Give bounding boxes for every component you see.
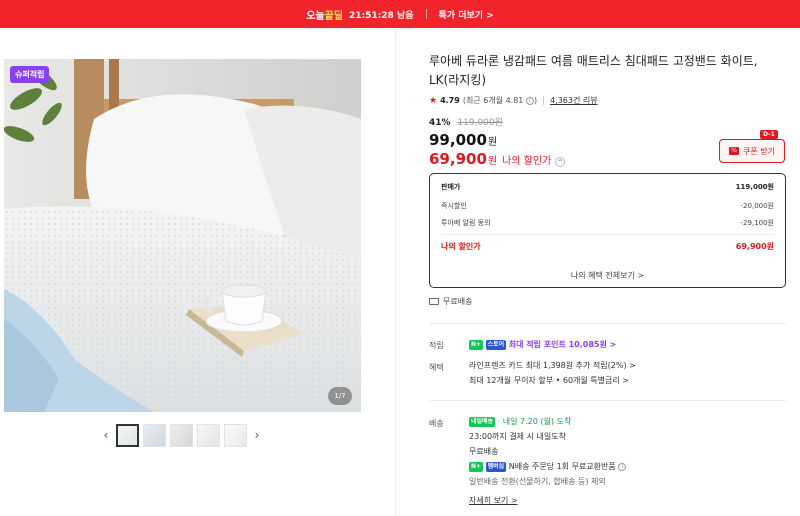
delivery-details-link[interactable]: 자세히 보기 > (469, 493, 626, 508)
delivery-exception-note: 일반배송 전환(선물하기, 합배송 등) 제외 (469, 477, 606, 486)
rating-row: ★ 4.79 (최근 6개월 4.81 i) 4,363건 리뷰 (429, 95, 598, 106)
discount-row: 41% 119,000원 (429, 115, 503, 128)
today-deal-logo: 오늘끝딜 (306, 10, 344, 22)
price-breakdown-box: 판매가 119,000원 즉시할인 -20,000원 루아베 알림 동의 -29,10… (429, 173, 786, 288)
thumbnail-3[interactable] (170, 423, 193, 447)
dday-badge: D-1 (760, 130, 778, 139)
sale-price: 99,000원 (429, 131, 498, 149)
view-all-benefits-link[interactable]: 나의 혜택 전체보기 > (430, 270, 785, 281)
info-icon[interactable]: i (525, 96, 534, 105)
points-info[interactable]: N+ 스토어 최대 적립 포인트 10,085원 > (469, 337, 616, 352)
image-counter: 1/7 (328, 387, 352, 405)
benefits-label: 혜택 (429, 363, 444, 372)
banner-divider (425, 9, 427, 19)
top-deal-banner[interactable]: 오늘끝딜 21:51:28 남음 특가 더보기 > (0, 0, 800, 28)
thumbnail-1[interactable] (116, 423, 139, 447)
nplus-badge: N+ (469, 461, 484, 472)
chevron-up-icon[interactable]: ^ (555, 157, 566, 167)
free-shipping-note: 무료배송 (429, 296, 472, 307)
truck-icon (429, 298, 439, 305)
free-exchange-note: N배송 주문당 1회 무료교환반품 (508, 462, 616, 471)
coupon-button[interactable]: % 쿠폰 받기 (719, 139, 785, 163)
npay-badge: N+ (469, 339, 484, 350)
rating-score: 4.79 (440, 96, 460, 105)
breakdown-row: 루아베 알림 동의 -29,100원 (441, 219, 774, 227)
thumbnail-5[interactable] (224, 423, 247, 447)
points-label: 적립 (429, 341, 444, 350)
installment-benefit-link[interactable]: 최대 12개월 무이자 할부 • 60개월 특별금리 > (469, 373, 636, 388)
delivery-info: 내일배송 · 내일 7.20 (월) 도착 23:00까지 결제 시 내일도착 … (469, 414, 627, 508)
thumbnail-4[interactable] (197, 423, 220, 447)
coupon-icon: % (729, 147, 739, 155)
breakdown-row: 즉시할인 -20,000원 (441, 202, 774, 210)
thumbnail-2[interactable] (143, 423, 166, 447)
delivery-cutoff: 23:00까지 결제 시 내일도착 (469, 432, 566, 441)
delivery-fee: 무료배송 (469, 447, 499, 456)
card-benefit-link[interactable]: 라인프렌즈 카드 최대 1,398원 추가 적립(2%) > (469, 358, 636, 373)
my-price-label: 나의 할인가 (502, 156, 552, 167)
discount-percent: 41% (429, 118, 451, 128)
thumbnail-strip: ‹ › (100, 422, 263, 448)
info-icon[interactable]: i (618, 462, 627, 471)
chevron-right-icon[interactable]: › (251, 428, 263, 442)
membership-badge: 멤버십 (485, 461, 507, 472)
rating-recent: (최근 6개월 4.81 i) (462, 96, 538, 105)
main-product-image[interactable] (4, 59, 361, 412)
deal-countdown: 21:51:28 남음 (349, 10, 414, 21)
more-deals-link[interactable]: 특가 더보기 > (439, 8, 494, 21)
original-price: 119,000원 (457, 118, 503, 128)
super-points-badge: 슈퍼적립 (10, 66, 50, 83)
chevron-left-icon[interactable]: ‹ (100, 428, 112, 442)
product-title: 루아베 듀라론 냉감패드 여름 매트리스 침대패드 고정밴드 화이트, LK(라… (429, 54, 758, 87)
column-divider (395, 28, 396, 516)
star-icon: ★ (429, 95, 438, 106)
store-badge: 스토어 (485, 339, 507, 350)
breakdown-total: 나의 할인가 69,900원 (441, 242, 774, 251)
benefits-info: 라인프렌즈 카드 최대 1,398원 추가 적립(2%) > 최대 12개월 무… (469, 358, 636, 388)
breakdown-row: 판매가 119,000원 (441, 183, 774, 191)
arrival-date: · 내일 7.20 (월) 도착 (497, 417, 572, 426)
tomorrow-delivery-badge: 내일배송 (469, 416, 496, 427)
review-count-link[interactable]: 4,363건 리뷰 (550, 95, 598, 106)
my-discount-price[interactable]: 69,900 원 나의 할인가 ^ (429, 150, 566, 168)
delivery-label: 배송 (429, 419, 444, 428)
